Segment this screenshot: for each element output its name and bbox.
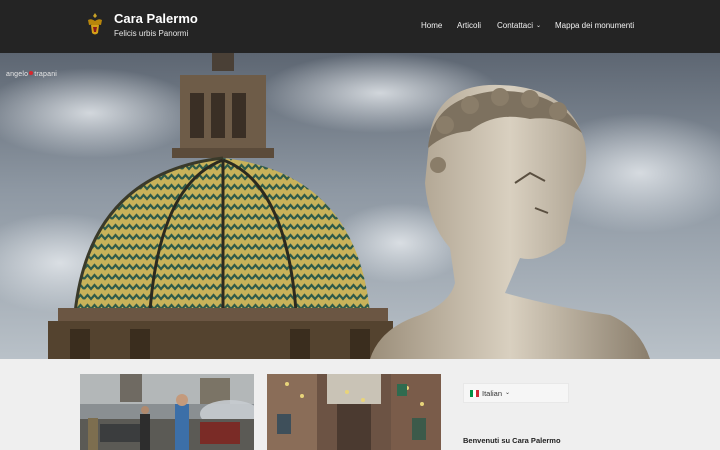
watermark-left: angelo [6, 71, 29, 78]
italy-flag-icon [470, 390, 479, 397]
nav-contattaci-label: Contattaci [497, 21, 534, 30]
article-thumbnail-1[interactable] [80, 374, 254, 450]
nav-home-label: Home [421, 21, 443, 30]
nav-articoli-label: Articoli [457, 21, 482, 30]
welcome-heading: Benvenuti su Cara Palermo [463, 436, 561, 445]
photo-watermark: angelo trapani [6, 71, 57, 78]
hero-image [0, 53, 720, 359]
language-label: Italian [482, 389, 503, 398]
nav-mappa-monumenti[interactable]: Mappa dei monumenti [555, 21, 634, 33]
palermo-eagle-logo-icon[interactable] [86, 12, 104, 38]
nav-mappa-label: Mappa dei monumenti [555, 21, 635, 30]
nav-home[interactable]: Home [421, 21, 442, 33]
nav-contattaci[interactable]: Contattaci ⌄ [497, 21, 541, 33]
nav-articoli[interactable]: Articoli [457, 21, 481, 33]
watermark-right: trapani [34, 71, 58, 78]
watermark-dot [29, 71, 34, 75]
language-selector[interactable]: Italian ⌄ [463, 383, 569, 403]
site-tagline: Felicis urbis Panormi [114, 29, 189, 38]
site-title[interactable]: Cara Palermo [114, 11, 198, 26]
site-header: Cara Palermo Felicis urbis Panormi Home … [0, 0, 720, 53]
article-thumbnail-2[interactable] [267, 374, 441, 450]
chevron-down-icon: ⌄ [536, 23, 542, 29]
chevron-down-icon: ⌄ [505, 390, 511, 396]
